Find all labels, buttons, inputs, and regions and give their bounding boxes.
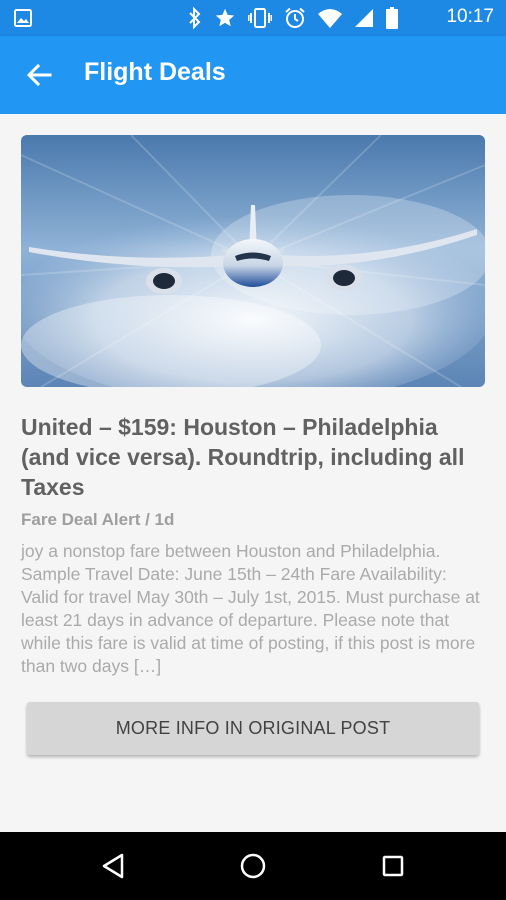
back-button[interactable] (22, 58, 56, 92)
post-headline[interactable]: United – $159: Houston – Philadelphia (a… (21, 412, 491, 502)
home-circle-icon (240, 853, 266, 879)
signal-icon (354, 8, 374, 32)
bluetooth-icon (188, 6, 202, 33)
system-nav-bar (0, 832, 506, 900)
app-bar: Flight Deals (0, 36, 506, 114)
recents-square-icon (382, 855, 404, 877)
vibrate-icon (247, 7, 273, 33)
alarm-icon (284, 7, 306, 33)
status-bar: 10:17 (0, 0, 506, 36)
clock: 10:17 (446, 6, 494, 27)
post-content: United – $159: Houston – Philadelphia (a… (0, 114, 506, 832)
more-info-button[interactable]: MORE INFO IN ORIGINAL POST (27, 702, 479, 755)
back-triangle-icon (102, 853, 124, 879)
star-icon (214, 7, 236, 33)
battery-icon (386, 7, 398, 33)
nav-recents-button[interactable] (373, 846, 413, 886)
post-excerpt: joy a nonstop fare between Houston and P… (21, 541, 480, 676)
image-icon (14, 9, 32, 31)
post-meta: Fare Deal Alert / 1d (21, 510, 175, 529)
wifi-icon (318, 8, 342, 32)
nav-back-button[interactable] (93, 846, 133, 886)
nav-home-button[interactable] (233, 846, 273, 886)
post-hero-image (21, 135, 485, 387)
arrow-left-icon (26, 63, 52, 87)
page-title: Flight Deals (84, 58, 226, 86)
